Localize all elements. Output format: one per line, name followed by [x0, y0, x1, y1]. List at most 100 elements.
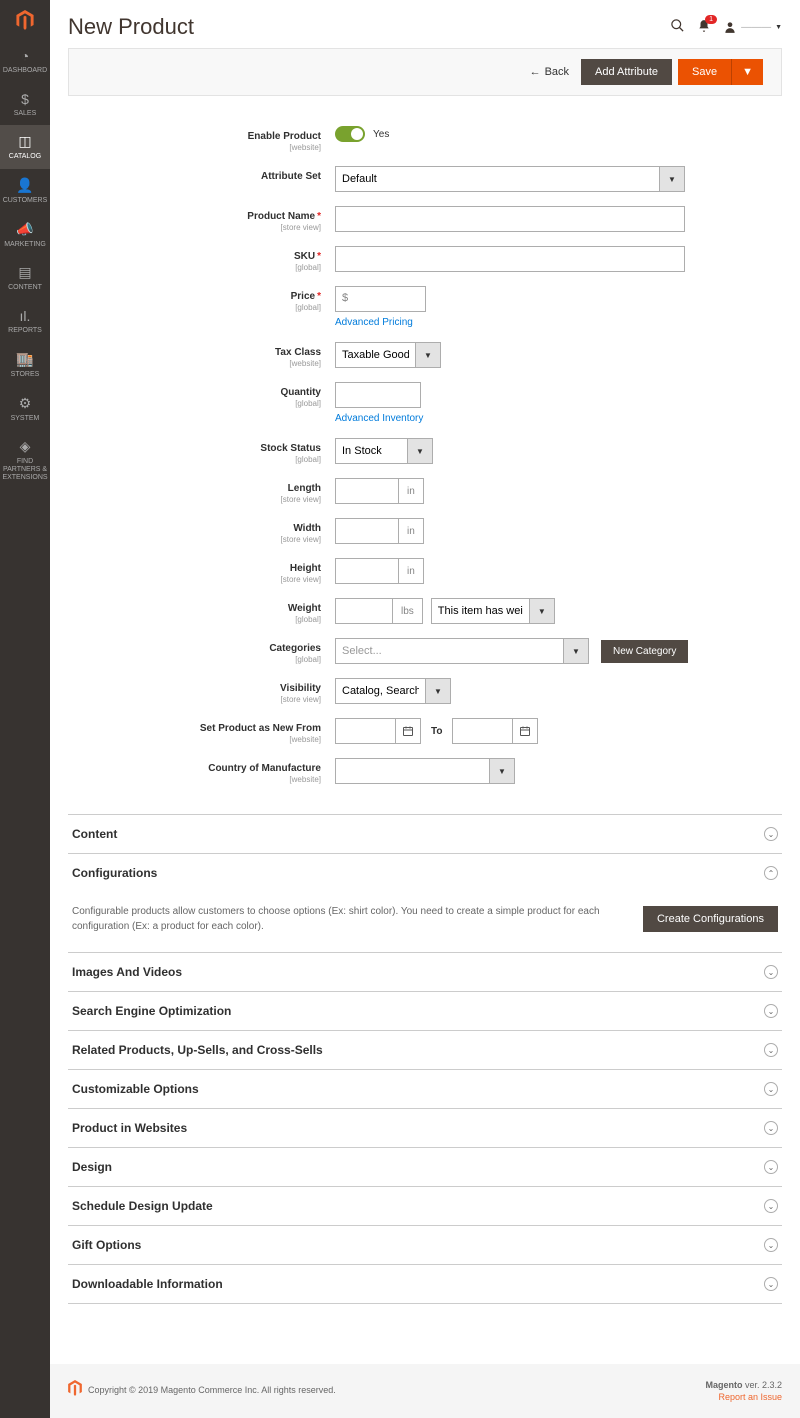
save-dropdown-toggle[interactable]: ▼ [732, 59, 763, 85]
chevron-down-icon: ▼ [489, 758, 515, 784]
section-content: Content⌄ [68, 814, 782, 854]
section-schedule-design-update: Schedule Design Update⌄ [68, 1187, 782, 1226]
weight-input[interactable] [335, 598, 393, 624]
price-input[interactable] [354, 286, 426, 312]
section-toggle[interactable]: Related Products, Up-Sells, and Cross-Se… [68, 1031, 782, 1069]
page-header: New Product 1 ——— ▼ [50, 0, 800, 48]
report-issue-link[interactable]: Report an Issue [705, 1392, 782, 1402]
section-toggle[interactable]: Schedule Design Update⌄ [68, 1187, 782, 1225]
chevron-down-icon: ⌄ [764, 1160, 778, 1174]
section-toggle[interactable]: Images And Videos⌄ [68, 953, 782, 991]
enable-product-toggle[interactable] [335, 126, 365, 142]
calendar-icon [395, 718, 421, 744]
advanced-pricing-link[interactable]: Advanced Pricing [335, 317, 413, 328]
field-quantity: Quantity[global] Advanced Inventory [155, 382, 695, 424]
chevron-down-icon: ⌄ [764, 827, 778, 841]
save-button[interactable]: Save [678, 59, 732, 85]
section-toggle[interactable]: Gift Options⌄ [68, 1226, 782, 1264]
section-toggle[interactable]: Product in Websites⌄ [68, 1109, 782, 1147]
height-input[interactable] [335, 558, 399, 584]
calendar-icon [512, 718, 538, 744]
field-width: Width[store view] in [155, 518, 695, 544]
section-toggle[interactable]: Configurations⌃ [68, 854, 782, 892]
section-related-products-up-sells-and-cross-sells: Related Products, Up-Sells, and Cross-Se… [68, 1031, 782, 1070]
chevron-down-icon: ⌄ [764, 1238, 778, 1252]
new-to-date[interactable] [452, 718, 538, 744]
stock-status-select[interactable]: ▼ [335, 438, 433, 464]
page-title: New Product [68, 14, 670, 40]
nav-item-customers[interactable]: 👤CUSTOMERS [0, 169, 50, 213]
user-menu[interactable]: ——— ▼ [723, 20, 782, 34]
section-customizable-options: Customizable Options⌄ [68, 1070, 782, 1109]
field-stock-status: Stock Status[global] ▼ [155, 438, 695, 464]
notifications-icon[interactable]: 1 [697, 19, 711, 36]
chevron-down-icon: ⌄ [764, 1043, 778, 1057]
create-configurations-button[interactable]: Create Configurations [643, 906, 778, 932]
chevron-down-icon: ▼ [407, 438, 433, 464]
section-toggle[interactable]: Design⌄ [68, 1148, 782, 1186]
field-length: Length[store view] in [155, 478, 695, 504]
magento-logo-footer [68, 1380, 82, 1399]
categories-select[interactable]: ▼ [335, 638, 589, 664]
chevron-down-icon: ⌄ [764, 965, 778, 979]
length-input[interactable] [335, 478, 399, 504]
country-select[interactable]: ▼ [335, 758, 515, 784]
field-country: Country of Manufacture[website] ▼ [155, 758, 695, 784]
arrow-left-icon: ← [530, 66, 541, 78]
section-design: Design⌄ [68, 1148, 782, 1187]
nav-item-sales[interactable]: $SALES [0, 83, 50, 126]
field-height: Height[store view] in [155, 558, 695, 584]
nav-item-marketing[interactable]: 📣MARKETING [0, 213, 50, 257]
product-form: Enable Product[website] Yes Attribute Se… [155, 126, 695, 784]
collapsible-sections: Content⌄Configurations⌃Configurable prod… [68, 814, 782, 1304]
magento-logo [0, 0, 50, 40]
back-button[interactable]: ← Back [530, 66, 569, 78]
tax-class-select[interactable]: ▼ [335, 342, 441, 368]
field-sku: SKU*[global] [155, 246, 695, 272]
field-product-name: Product Name*[store view] [155, 206, 695, 232]
section-gift-options: Gift Options⌄ [68, 1226, 782, 1265]
chevron-down-icon: ▼ [563, 638, 589, 664]
field-price: Price*[global] $ Advanced Pricing [155, 286, 695, 328]
add-attribute-button[interactable]: Add Attribute [581, 59, 672, 85]
width-input[interactable] [335, 518, 399, 544]
section-toggle[interactable]: Content⌄ [68, 815, 782, 853]
section-toggle[interactable]: Search Engine Optimization⌄ [68, 992, 782, 1030]
section-search-engine-optimization: Search Engine Optimization⌄ [68, 992, 782, 1031]
advanced-inventory-link[interactable]: Advanced Inventory [335, 413, 423, 424]
nav-item-system[interactable]: ⚙SYSTEM [0, 387, 50, 431]
chevron-down-icon: ⌄ [764, 1082, 778, 1096]
section-images-and-videos: Images And Videos⌄ [68, 953, 782, 992]
chevron-down-icon: ▼ [425, 678, 451, 704]
new-category-button[interactable]: New Category [601, 640, 688, 663]
field-visibility: Visibility[store view] ▼ [155, 678, 695, 704]
section-product-in-websites: Product in Websites⌄ [68, 1109, 782, 1148]
chevron-down-icon: ⌄ [764, 1004, 778, 1018]
field-weight: Weight[global] lbs ▼ [155, 598, 695, 624]
notification-badge: 1 [705, 15, 717, 24]
save-button-group: Save ▼ [678, 59, 763, 85]
weight-type-select[interactable]: ▼ [431, 598, 555, 624]
nav-item-reports[interactable]: ıl.REPORTS [0, 300, 50, 343]
chevron-down-icon: ▼ [659, 166, 685, 192]
quantity-input[interactable] [335, 382, 421, 408]
nav-item-stores[interactable]: 🏬STORES [0, 343, 50, 387]
section-toggle[interactable]: Downloadable Information⌄ [68, 1265, 782, 1303]
attribute-set-select[interactable]: ▼ [335, 166, 685, 192]
new-from-date[interactable] [335, 718, 421, 744]
visibility-select[interactable]: ▼ [335, 678, 451, 704]
nav-item-catalog[interactable]: ◫CATALOG [0, 125, 50, 169]
search-icon[interactable] [670, 18, 685, 36]
section-toggle[interactable]: Customizable Options⌄ [68, 1070, 782, 1108]
chevron-down-icon: ▼ [529, 598, 555, 624]
chevron-up-icon: ⌃ [764, 866, 778, 880]
nav-item-find-partners-extensions[interactable]: ◈FIND PARTNERS & EXTENSIONS [0, 430, 50, 489]
chevron-down-icon: ⌄ [764, 1121, 778, 1135]
field-attribute-set: Attribute Set ▼ [155, 166, 695, 192]
product-name-input[interactable] [335, 206, 685, 232]
chevron-down-icon: ⌄ [764, 1199, 778, 1213]
nav-item-content[interactable]: ▤CONTENT [0, 256, 50, 300]
page-footer: Copyright © 2019 Magento Commerce Inc. A… [50, 1364, 800, 1418]
nav-item-dashboard[interactable]: ◔DASHBOARD [0, 40, 50, 83]
sku-input[interactable] [335, 246, 685, 272]
